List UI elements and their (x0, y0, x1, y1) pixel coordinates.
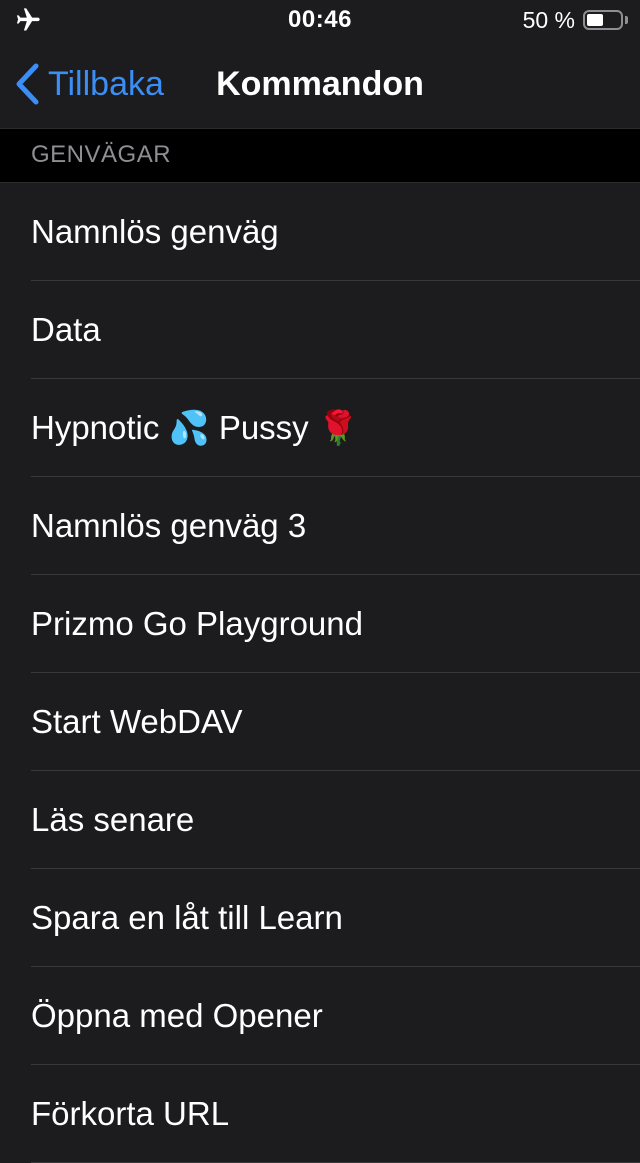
list-item[interactable]: Start WebDAV (0, 673, 640, 771)
list-item[interactable]: Data (0, 281, 640, 379)
section-header: GENVÄGAR (0, 129, 640, 183)
battery-percent: 50 % (522, 6, 575, 33)
list-item[interactable]: Förkorta URL (0, 1065, 640, 1163)
battery-indicator: 50 % (523, 7, 628, 33)
shortcuts-list: Namnlös genväg Data Hypnotic 💦 Pussy 🌹 N… (0, 183, 640, 1163)
list-item-label: Start WebDAV (31, 703, 243, 740)
list-item-label: Namnlös genväg 3 (31, 507, 307, 544)
battery-nub (625, 16, 628, 24)
battery-fill (587, 14, 603, 26)
list-item-label: Öppna med Opener (31, 997, 323, 1034)
list-item-label: Namnlös genväg (31, 213, 279, 250)
list-item-label: Förkorta URL (31, 1095, 230, 1132)
list-item[interactable]: Spara en låt till Learn (0, 869, 640, 967)
list-item[interactable]: Namnlös genväg (0, 183, 640, 281)
list-item-label: Spara en låt till Learn (31, 899, 343, 936)
list-item[interactable]: Läs senare (0, 771, 640, 869)
section-header-label: GENVÄGAR (31, 141, 172, 168)
list-item[interactable]: Namnlös genväg 3 (0, 477, 640, 575)
list-item[interactable]: Hypnotic 💦 Pussy 🌹 (0, 379, 640, 477)
page-title: Kommandon (216, 65, 424, 103)
navigation-bar: Tillbaka Kommandon (0, 40, 640, 129)
status-bar: 00:46 50 % (0, 0, 640, 40)
list-item-label: Data (31, 311, 101, 348)
list-item-label: Prizmo Go Playground (31, 605, 363, 642)
list-item-label: Hypnotic 💦 Pussy 🌹 (31, 409, 359, 446)
list-item-label: Läs senare (31, 801, 195, 838)
battery-icon (583, 10, 623, 30)
list-item[interactable]: Prizmo Go Playground (0, 575, 640, 673)
list-item[interactable]: Öppna med Opener (0, 967, 640, 1065)
